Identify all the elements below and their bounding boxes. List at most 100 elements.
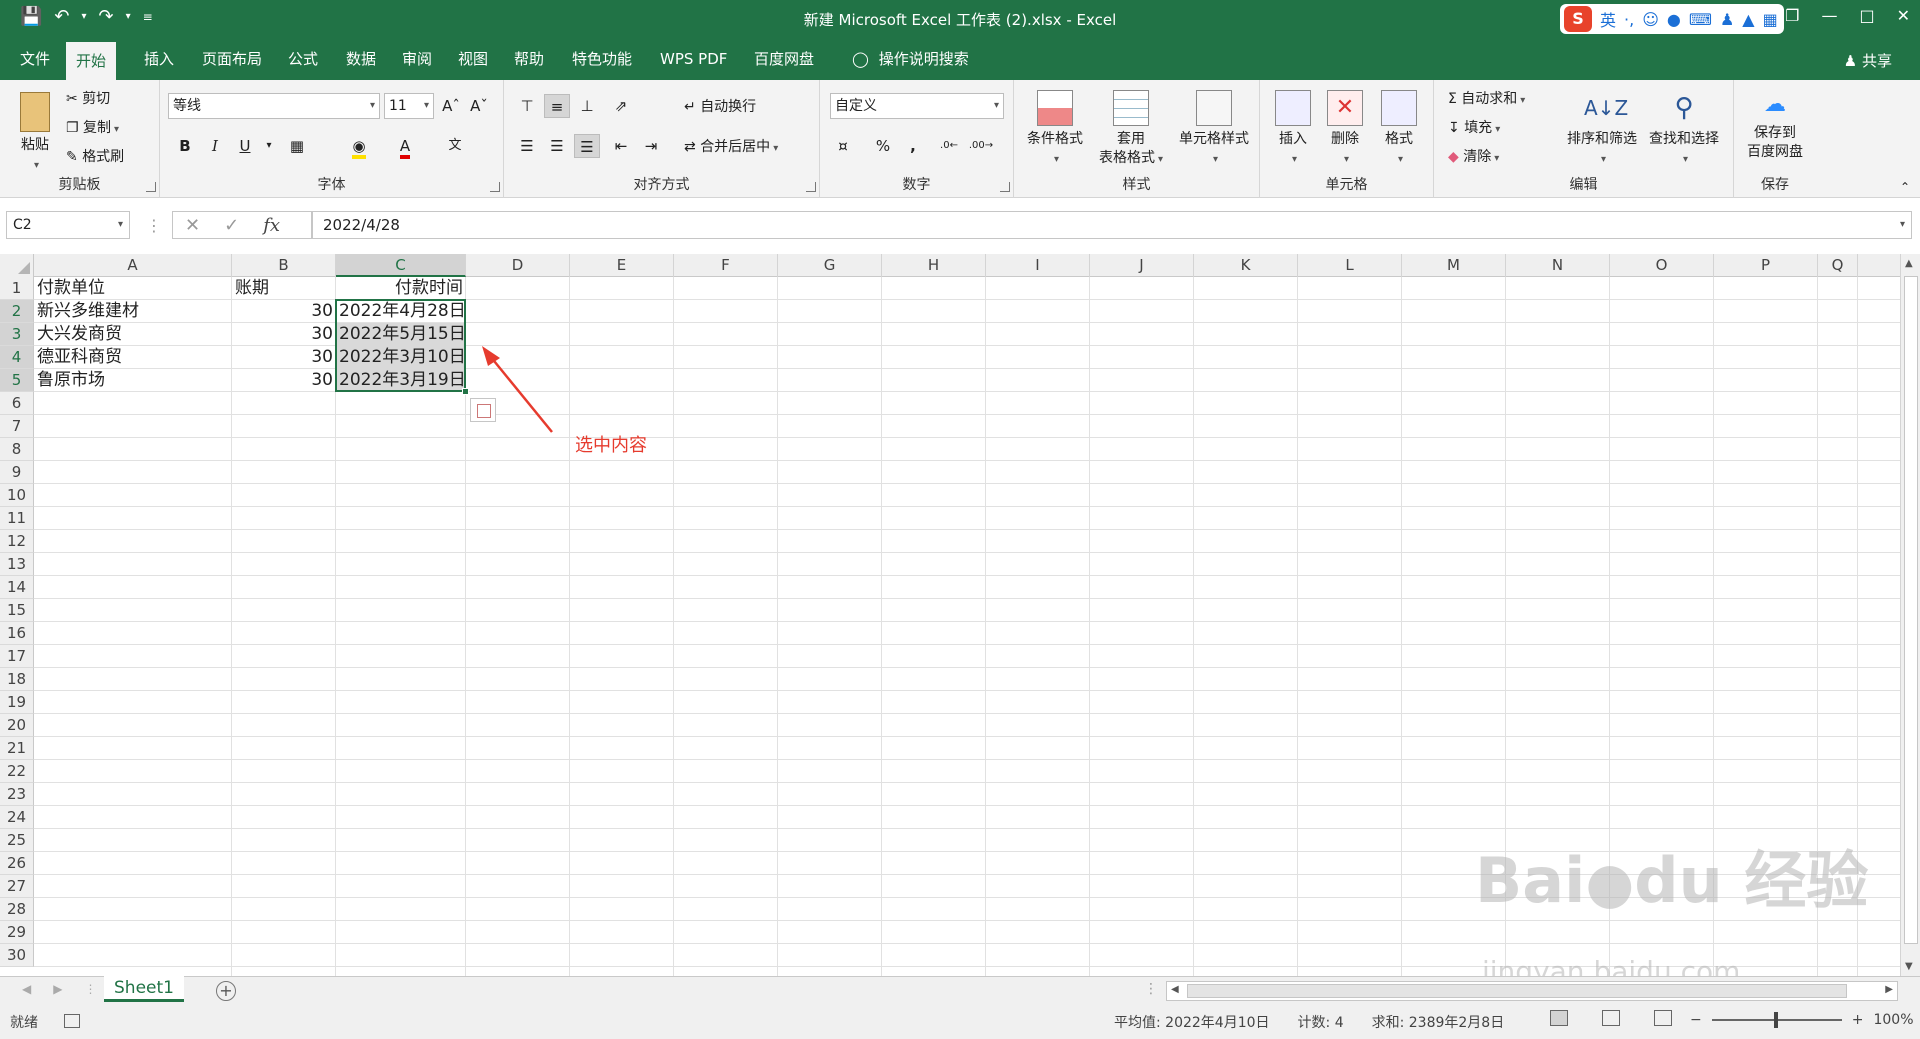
- save-to-baidu-button[interactable]: ☁ 保存到 百度网盘: [1738, 90, 1812, 162]
- increase-decimal-icon[interactable]: .0←: [936, 134, 962, 158]
- column-header-m[interactable]: M: [1402, 254, 1506, 277]
- align-top-icon[interactable]: ⊤: [514, 94, 540, 118]
- column-header-i[interactable]: I: [986, 254, 1090, 277]
- row-header-29[interactable]: 29: [0, 921, 34, 944]
- cell-b5[interactable]: 30: [232, 369, 336, 392]
- cancel-icon[interactable]: ✕: [185, 215, 200, 236]
- comma-button[interactable]: ,: [900, 134, 926, 158]
- decrease-indent-icon[interactable]: ⇤: [608, 134, 634, 158]
- align-left-icon[interactable]: ☰: [514, 134, 540, 158]
- row-header-27[interactable]: 27: [0, 875, 34, 898]
- format-cells-button[interactable]: 格式 ▾: [1374, 90, 1424, 169]
- cell-b3[interactable]: 30: [232, 323, 336, 346]
- row-header-19[interactable]: 19: [0, 691, 34, 714]
- smiley-icon[interactable]: ☺: [1642, 10, 1659, 29]
- row-header-20[interactable]: 20: [0, 714, 34, 737]
- font-color-icon[interactable]: A: [392, 134, 418, 159]
- sheet-tab-sheet1[interactable]: Sheet1: [104, 976, 184, 1002]
- tab-home[interactable]: 开始: [66, 42, 117, 80]
- chevron-down-icon[interactable]: ▾: [118, 212, 123, 238]
- row-header-4[interactable]: 4: [0, 346, 34, 369]
- row-header-7[interactable]: 7: [0, 415, 34, 438]
- column-header-n[interactable]: N: [1506, 254, 1610, 277]
- zoom-slider[interactable]: [1711, 1012, 1842, 1028]
- tell-me-search[interactable]: ◯ 操作说明搜索: [842, 38, 979, 80]
- enter-icon[interactable]: ✓: [224, 215, 239, 236]
- cell-b4[interactable]: 30: [232, 346, 336, 369]
- keyboard-icon[interactable]: ⌨: [1689, 10, 1712, 29]
- font-launcher-icon[interactable]: [490, 182, 500, 192]
- add-sheet-button[interactable]: +: [216, 981, 236, 1001]
- column-header-o[interactable]: O: [1610, 254, 1714, 277]
- merge-center-button[interactable]: ⇄ 合并后居中 ▾: [684, 136, 778, 156]
- row-header-16[interactable]: 16: [0, 622, 34, 645]
- tab-insert[interactable]: 插入: [134, 38, 184, 80]
- status-stats[interactable]: 平均值: 2022年4月10日 计数: 4 求和: 2389年2月8日: [1114, 1012, 1504, 1032]
- italic-button[interactable]: I: [202, 134, 228, 158]
- tab-special-features[interactable]: 特色功能: [562, 38, 642, 80]
- cell-c1[interactable]: 付款时间: [336, 277, 466, 300]
- row-header-26[interactable]: 26: [0, 852, 34, 875]
- paste-button[interactable]: 粘贴 ▾: [12, 90, 58, 175]
- delete-cells-button[interactable]: ✕ 删除 ▾: [1320, 90, 1370, 169]
- percent-button[interactable]: %: [870, 134, 896, 158]
- row-header-30[interactable]: 30: [0, 944, 34, 967]
- align-middle-icon[interactable]: ≡: [544, 94, 570, 118]
- increase-font-icon[interactable]: Aˆ: [438, 94, 464, 118]
- zoom-level[interactable]: 100%: [1873, 1012, 1913, 1028]
- clipboard-launcher-icon[interactable]: [146, 182, 156, 192]
- expand-formula-icon[interactable]: ▾: [1900, 212, 1905, 238]
- wrap-text-button[interactable]: ↵ 自动换行: [684, 96, 756, 116]
- currency-icon[interactable]: ¤: [830, 134, 856, 158]
- decrease-font-icon[interactable]: Aˇ: [466, 94, 492, 118]
- font-name-select[interactable]: 等线 ▾: [168, 93, 380, 119]
- format-as-table-button[interactable]: 套用 表格格式 ▾: [1094, 90, 1168, 169]
- zoom-out-button[interactable]: −: [1690, 1012, 1702, 1028]
- column-header-d[interactable]: D: [466, 254, 570, 277]
- copy-button[interactable]: ❐ 复制 ▾: [66, 117, 119, 137]
- cell-a3[interactable]: 大兴发商贸: [34, 323, 232, 346]
- column-header-b[interactable]: B: [232, 254, 336, 277]
- row-header-18[interactable]: 18: [0, 668, 34, 691]
- page-layout-view-icon[interactable]: [1602, 1010, 1620, 1026]
- cell-a5[interactable]: 鲁原市场: [34, 369, 232, 392]
- column-header-j[interactable]: J: [1090, 254, 1194, 277]
- row-header-22[interactable]: 22: [0, 760, 34, 783]
- horizontal-scrollbar[interactable]: ◀ ▶: [1166, 981, 1898, 1001]
- align-right-icon[interactable]: ☰: [574, 134, 600, 158]
- orientation-icon[interactable]: ⇗: [608, 94, 634, 118]
- column-header-a[interactable]: A: [34, 254, 232, 277]
- column-header-c[interactable]: C: [336, 254, 466, 277]
- row-header-17[interactable]: 17: [0, 645, 34, 668]
- ime-language[interactable]: 英: [1600, 7, 1616, 31]
- scroll-up-icon[interactable]: ▲: [1905, 258, 1913, 269]
- minimize-icon[interactable]: —: [1821, 6, 1837, 25]
- row-header-8[interactable]: 8: [0, 438, 34, 461]
- column-header-g[interactable]: G: [778, 254, 882, 277]
- formula-bar-grip-icon[interactable]: ⋮: [146, 216, 162, 235]
- tab-file[interactable]: 文件: [10, 38, 60, 80]
- row-header-2[interactable]: 2: [0, 300, 34, 323]
- underline-dropdown-icon[interactable]: ▾: [256, 134, 282, 158]
- column-header-p[interactable]: P: [1714, 254, 1818, 277]
- row-header-9[interactable]: 9: [0, 461, 34, 484]
- tab-data[interactable]: 数据: [336, 38, 386, 80]
- number-format-select[interactable]: 自定义 ▾: [830, 93, 1004, 119]
- row-header-21[interactable]: 21: [0, 737, 34, 760]
- restore-icon[interactable]: ❐: [1785, 6, 1799, 25]
- select-all-button[interactable]: [0, 254, 34, 277]
- cell-styles-button[interactable]: 单元格样式 ▾: [1170, 90, 1258, 169]
- row-header-24[interactable]: 24: [0, 806, 34, 829]
- share-button[interactable]: ♟ 共享: [1844, 50, 1892, 71]
- ime-punct-icon[interactable]: ·,: [1624, 10, 1634, 29]
- tab-view[interactable]: 视图: [448, 38, 498, 80]
- row-header-28[interactable]: 28: [0, 898, 34, 921]
- page-break-view-icon[interactable]: [1654, 1010, 1672, 1026]
- mic-icon[interactable]: ●: [1667, 10, 1681, 29]
- alignment-launcher-icon[interactable]: [806, 182, 816, 192]
- cell-b2[interactable]: 30: [232, 300, 336, 323]
- cell-a4[interactable]: 德亚科商贸: [34, 346, 232, 369]
- bold-button[interactable]: B: [172, 134, 198, 158]
- scroll-down-icon[interactable]: ▼: [1905, 961, 1913, 972]
- column-header-e[interactable]: E: [570, 254, 674, 277]
